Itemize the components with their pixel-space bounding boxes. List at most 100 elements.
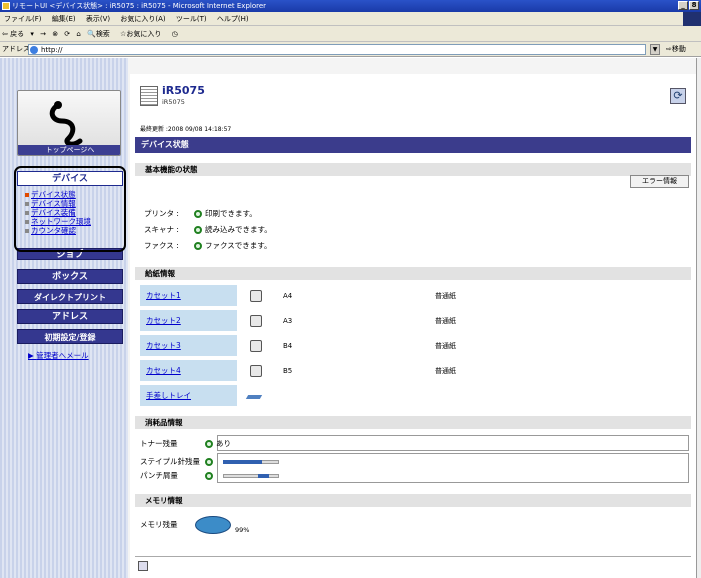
- nav-direct-print[interactable]: ダイレクトプリント: [17, 289, 123, 304]
- menu-bar: ファイル(F) 編集(E) 表示(V) お気に入り(A) ツール(T) ヘルプ(…: [0, 12, 701, 26]
- nav-address[interactable]: アドレス: [17, 309, 123, 324]
- page-top-icon[interactable]: [138, 561, 148, 571]
- memory-label: メモリ残量: [140, 520, 178, 529]
- status-ok-icon: [194, 210, 202, 218]
- address-dropdown-button[interactable]: ▼: [650, 44, 660, 55]
- submenu-counter[interactable]: カウンタ確認: [25, 226, 121, 235]
- menu-view[interactable]: 表示(V): [86, 15, 110, 23]
- restore-button[interactable]: 8: [689, 1, 699, 10]
- section-title: デバイス状態: [135, 137, 691, 153]
- submenu-device-info[interactable]: デバイス情報: [25, 199, 121, 208]
- windows-logo-icon: [683, 12, 701, 26]
- nav-settings[interactable]: 初期設定/登録: [17, 329, 123, 344]
- status-label: ファクス :: [144, 241, 179, 250]
- nav-box[interactable]: ボックス: [17, 269, 123, 284]
- submenu-label: デバイス状態: [31, 190, 76, 199]
- paper-source-link[interactable]: カセット4: [140, 360, 237, 382]
- paper-source-link[interactable]: 手差しトレイ: [140, 385, 237, 407]
- toner-label: トナー残量: [140, 439, 178, 448]
- cassette-icon: [250, 315, 262, 327]
- forward-button[interactable]: →: [40, 30, 46, 38]
- paper-type: 普通紙: [435, 292, 456, 300]
- submenu-device-status[interactable]: デバイス状態: [25, 190, 121, 199]
- paper-type: 普通紙: [435, 367, 456, 375]
- bullet-icon: [25, 220, 29, 224]
- favorites-button[interactable]: ☆お気に入り: [120, 30, 165, 38]
- paper-row: カセット1 A4 普通紙: [135, 285, 691, 307]
- status-label: プリンタ :: [144, 209, 179, 218]
- cassette-icon: [250, 290, 262, 302]
- search-label: 検索: [95, 30, 110, 38]
- fax-status-row: ファクス : ファクスできます。: [144, 240, 272, 251]
- go-label: 移動: [671, 45, 686, 53]
- consumables-header: 消耗品情報: [135, 416, 691, 429]
- search-button[interactable]: 🔍検索: [87, 30, 114, 38]
- favorites-label: お気に入り: [126, 30, 162, 38]
- remote-ui-logo-icon: [49, 101, 83, 147]
- back-button[interactable]: ⇦ 戻る ▾: [2, 30, 34, 38]
- bullet-icon: [25, 193, 29, 197]
- status-label: スキャナ :: [144, 225, 179, 234]
- submenu-network[interactable]: ネットワーク環境: [25, 217, 121, 226]
- main-content: iR5075 iR5075 ⟳ 最終更新 :2008 09/08 14:18:5…: [130, 74, 696, 578]
- staple-punch-box: [217, 453, 689, 483]
- paper-size: B5: [283, 367, 293, 375]
- page-icon: [30, 46, 38, 54]
- error-info-button[interactable]: エラー情報: [630, 175, 689, 188]
- address-url: http://: [41, 46, 63, 54]
- history-icon[interactable]: ◷: [172, 30, 178, 38]
- top-page-logo[interactable]: トップページへ: [17, 90, 121, 156]
- printer-icon: [140, 86, 158, 106]
- punch-level-track: [223, 474, 279, 478]
- bullet-icon: [25, 211, 29, 215]
- go-button[interactable]: ⇨移動: [666, 42, 686, 57]
- staple-label: ステイプル針残量: [140, 457, 200, 466]
- printer-status-row: プリンタ : 印刷できます。: [144, 208, 257, 219]
- stop-icon[interactable]: ⊗: [52, 30, 58, 38]
- window-title-bar: リモートUI <デバイス状態> : iR5075 : iR5075 - Micr…: [0, 0, 701, 12]
- punch-row: パンチ屑量: [140, 470, 216, 481]
- memory-value: 99%: [235, 526, 250, 534]
- staple-ok-icon: [205, 458, 213, 466]
- submenu-label: ネットワーク環境: [31, 217, 91, 226]
- bullet-icon: [25, 202, 29, 206]
- address-input[interactable]: http://: [28, 44, 646, 55]
- punch-level-bar: [258, 474, 269, 478]
- submenu-label: デバイス情報: [31, 199, 76, 208]
- paper-source-link[interactable]: カセット3: [140, 335, 237, 357]
- home-icon[interactable]: ⌂: [76, 30, 80, 38]
- toner-row: トナー残量 あり: [140, 438, 231, 449]
- page-area: トップページへ デバイス デバイス状態 デバイス情報 デバイス装備 ネットワーク…: [0, 58, 701, 578]
- footer-divider: [135, 556, 691, 557]
- nav-device[interactable]: デバイス: [17, 171, 123, 186]
- submenu-device-equipment[interactable]: デバイス装備: [25, 208, 121, 217]
- paper-type: 普通紙: [435, 342, 456, 350]
- menu-favorites[interactable]: お気に入り(A): [120, 15, 165, 23]
- device-model: iR5075: [162, 98, 185, 106]
- paper-source-link[interactable]: カセット2: [140, 310, 237, 332]
- menu-edit[interactable]: 編集(E): [52, 15, 76, 23]
- logo-caption: トップページへ: [18, 145, 120, 155]
- paper-source-link[interactable]: カセット1: [140, 285, 237, 307]
- nav-job[interactable]: ジョブ: [17, 248, 123, 260]
- paper-row: カセット4 B5 普通紙: [135, 360, 691, 382]
- paper-size: B4: [283, 342, 293, 350]
- submenu-label: デバイス装備: [31, 208, 76, 217]
- memory-pie-icon: [195, 516, 231, 534]
- refresh-icon[interactable]: ⟳: [64, 30, 70, 38]
- paper-size: A3: [283, 317, 293, 325]
- menu-tools[interactable]: ツール(T): [176, 15, 207, 23]
- status-ok-icon: [194, 242, 202, 250]
- menu-help[interactable]: ヘルプ(H): [217, 15, 249, 23]
- admin-mail-link[interactable]: ▶ 管理者へメール: [28, 350, 89, 361]
- cassette-icon: [250, 340, 262, 352]
- device-name: iR5075: [162, 84, 205, 97]
- last-updated: 最終更新 :2008 09/08 14:18:57: [140, 126, 232, 133]
- menu-file[interactable]: ファイル(F): [4, 15, 42, 23]
- staple-level-bar: [223, 460, 262, 464]
- refresh-button[interactable]: ⟳: [670, 88, 686, 104]
- vertical-scrollbar[interactable]: [696, 58, 701, 578]
- ie-app-icon: [2, 2, 10, 10]
- submenu-label: カウンタ確認: [31, 226, 76, 235]
- minimize-button[interactable]: _: [678, 1, 688, 10]
